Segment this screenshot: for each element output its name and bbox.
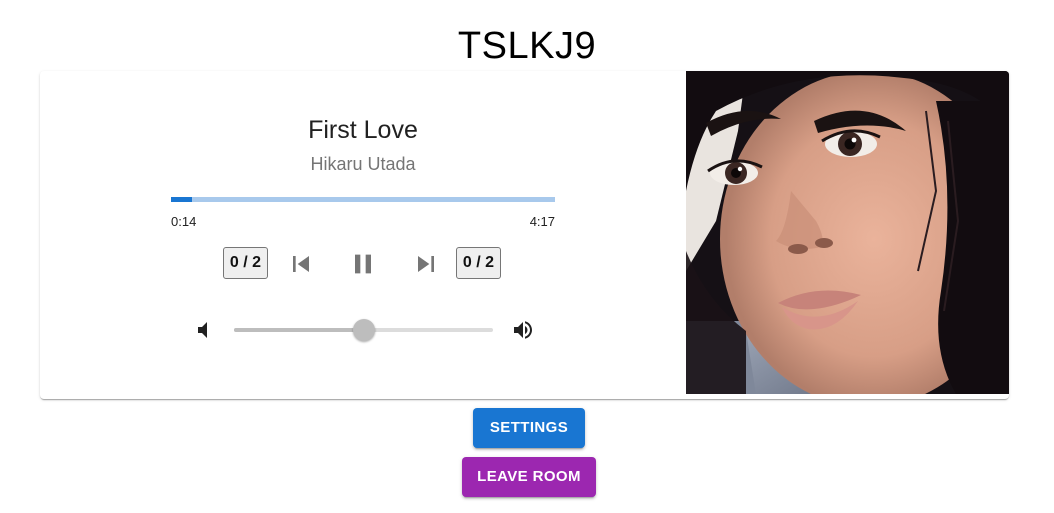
skip-votes-button[interactable]: 0 / 2 xyxy=(456,247,501,279)
leave-room-button[interactable]: LEAVE ROOM xyxy=(462,457,596,497)
skip-next-icon[interactable] xyxy=(410,248,442,280)
volume-slider-track xyxy=(234,328,364,332)
time-elapsed: 0:14 xyxy=(171,214,197,229)
song-progress-fill xyxy=(171,197,192,202)
artist-name: Hikaru Utada xyxy=(310,154,416,174)
song-progress-bar xyxy=(171,197,555,202)
volume-up-icon xyxy=(511,318,535,342)
volume-down-icon xyxy=(191,318,215,342)
volume-slider-thumb[interactable] xyxy=(352,319,375,341)
room-code-title: TSLKJ9 xyxy=(457,25,597,67)
previous-votes-button[interactable]: 0 / 2 xyxy=(223,247,268,279)
pause-icon[interactable] xyxy=(347,248,379,280)
song-title: First Love xyxy=(308,116,418,144)
album-cover-image xyxy=(686,71,1009,394)
time-total: 4:17 xyxy=(529,214,555,229)
volume-slider[interactable] xyxy=(234,318,493,342)
music-player-card: First Love Hikaru Utada 0:14 4:17 0 / 2 … xyxy=(40,71,1009,399)
skip-previous-icon[interactable] xyxy=(285,248,317,280)
settings-button[interactable]: SETTINGS xyxy=(473,408,585,448)
